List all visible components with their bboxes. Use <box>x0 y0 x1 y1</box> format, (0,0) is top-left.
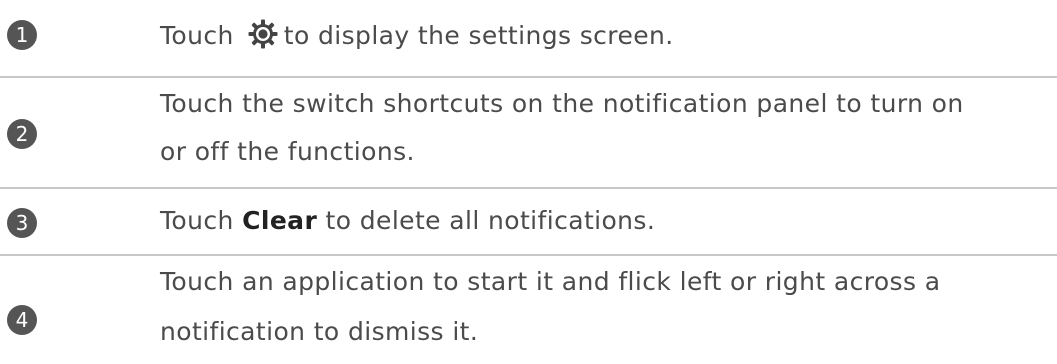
gear-icon <box>248 19 278 49</box>
notification-panel-steps: 1 Touch to display the settings screen. <box>0 0 1057 364</box>
step-number-4: 4 <box>7 305 37 335</box>
step-3-text: Touch Clear to delete all notifications. <box>160 199 1057 243</box>
step-1-touch: Touch <box>160 21 234 50</box>
step-4-text-line-1: Touch an application to start it and fli… <box>160 267 941 296</box>
step-number-2: 2 <box>7 119 37 149</box>
step-3: 3 Touch Clear to delete all notification… <box>0 189 1057 254</box>
step-4-text-line-2: notification to dismiss it. <box>160 317 479 346</box>
step-number-3: 3 <box>7 208 37 238</box>
step-3-touch: Touch <box>160 206 243 235</box>
clear-label: Clear <box>242 206 318 235</box>
step-1-rest: to display the settings screen. <box>283 21 674 50</box>
step-1: 1 Touch to display the settings screen. <box>0 0 1057 76</box>
step-number-1: 1 <box>7 20 37 50</box>
step-4: 4 Touch an application to start it and f… <box>0 256 1057 364</box>
step-2: 2 Touch the switch shortcuts on the noti… <box>0 78 1057 187</box>
step-2-text-line-2: or off the functions. <box>160 137 415 166</box>
step-3-rest: to delete all notifications. <box>317 206 656 235</box>
step-2-text-line-1: Touch the switch shortcuts on the notifi… <box>160 89 964 118</box>
step-1-text: Touch to display the settings screen. <box>160 14 1057 58</box>
